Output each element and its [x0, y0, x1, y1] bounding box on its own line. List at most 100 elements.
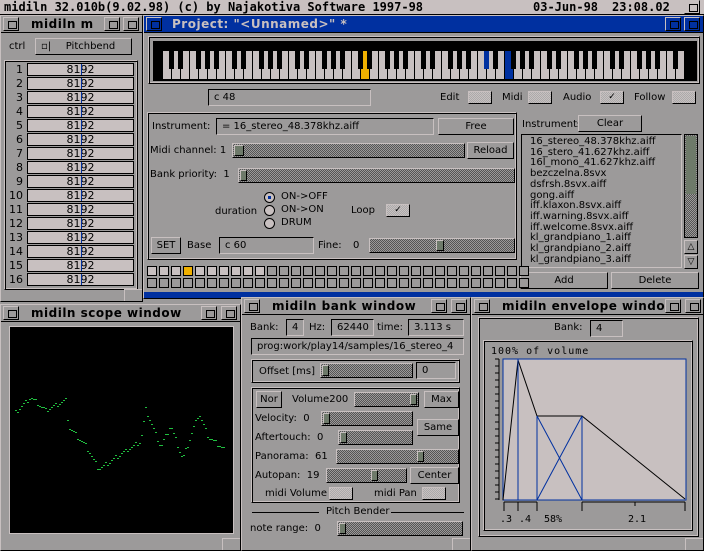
close-icon[interactable]: [474, 299, 490, 313]
duration-radio-drum[interactable]: [264, 218, 275, 229]
channel-row[interactable]: 11 8192: [5, 203, 134, 217]
bank-slot[interactable]: [363, 266, 373, 276]
bank-slot[interactable]: [507, 266, 517, 276]
channel-value[interactable]: 8192: [27, 63, 134, 76]
resize-handle[interactable]: [222, 538, 240, 550]
bank-priority-slider[interactable]: [238, 168, 515, 183]
bank-slot[interactable]: [327, 278, 337, 288]
black-key[interactable]: [484, 51, 489, 69]
resize-handle[interactable]: [124, 289, 142, 301]
black-key[interactable]: [637, 51, 642, 69]
channel-row[interactable]: 16 8192: [5, 273, 134, 287]
bank-slot[interactable]: [207, 266, 217, 276]
black-key[interactable]: [673, 51, 678, 69]
bank-slot[interactable]: [399, 266, 409, 276]
black-key[interactable]: [619, 51, 624, 69]
bank-slot[interactable]: [435, 266, 445, 276]
bank-slot[interactable]: [459, 278, 469, 288]
channel-value[interactable]: 8192: [27, 259, 134, 272]
project-titlebar[interactable]: Project: "<Unnamed>" *: [144, 16, 703, 33]
depth-icon[interactable]: [451, 299, 467, 313]
bank-slot[interactable]: [207, 278, 217, 288]
scrollbar-thumb[interactable]: [686, 136, 696, 194]
scroll-down-icon[interactable]: ▽: [684, 255, 698, 269]
nor-button[interactable]: Nor: [256, 391, 282, 408]
bank-slot[interactable]: [219, 266, 229, 276]
black-key[interactable]: [358, 51, 363, 69]
bank-slot[interactable]: [339, 278, 349, 288]
depth-icon[interactable]: [123, 17, 139, 31]
bank-slot[interactable]: [447, 278, 457, 288]
channel-value[interactable]: 8192: [27, 189, 134, 202]
base-field[interactable]: c 60: [219, 237, 314, 254]
bank-slot[interactable]: [219, 278, 229, 288]
midi-pan-checkbox[interactable]: [422, 487, 446, 500]
close-icon[interactable]: [3, 306, 19, 320]
black-key[interactable]: [295, 51, 300, 69]
channel-value[interactable]: 8192: [27, 175, 134, 188]
instrument-field[interactable]: = 16_stereo_48.378khz.aiff: [216, 118, 434, 135]
channel-value[interactable]: 8192: [27, 231, 134, 244]
black-key[interactable]: [178, 51, 183, 69]
bank-slot[interactable]: [291, 266, 301, 276]
bank-slot[interactable]: [351, 278, 361, 288]
channel-row[interactable]: 1 8192: [5, 63, 134, 77]
resize-handle[interactable]: [452, 538, 470, 550]
same-button[interactable]: Same: [417, 419, 459, 436]
bank-slot[interactable]: [147, 266, 157, 276]
channel-value[interactable]: 8192: [27, 105, 134, 118]
channel-value[interactable]: 8192: [27, 77, 134, 90]
note-range-slider[interactable]: [337, 521, 463, 536]
channel-row[interactable]: 8 8192: [5, 161, 134, 175]
black-key[interactable]: [646, 51, 651, 69]
bank-slot[interactable]: [447, 266, 457, 276]
bank-slot[interactable]: [507, 278, 517, 288]
bank-slot[interactable]: [387, 266, 397, 276]
bank-slot[interactable]: [519, 266, 529, 276]
aftertouch-slider[interactable]: [338, 430, 413, 445]
volume-slider[interactable]: [354, 392, 419, 407]
bank-slot[interactable]: [279, 266, 289, 276]
black-key[interactable]: [520, 51, 525, 69]
channel-row[interactable]: 7 8192: [5, 147, 134, 161]
bank-slot[interactable]: [423, 278, 433, 288]
bank-slot[interactable]: [255, 278, 265, 288]
black-key[interactable]: [574, 51, 579, 69]
black-key[interactable]: [394, 51, 399, 69]
bank-slot[interactable]: [363, 278, 373, 288]
bank-slot[interactable]: [471, 278, 481, 288]
velocity-slider[interactable]: [321, 411, 413, 426]
black-key[interactable]: [592, 51, 597, 69]
piano-keyboard[interactable]: [153, 41, 697, 81]
midi-checkbox[interactable]: [528, 91, 552, 104]
channel-value[interactable]: 8192: [27, 245, 134, 258]
instruments-list[interactable]: 16_stereo_48.378khz.aiff 16_stero_41.627k…: [521, 134, 682, 268]
screen-depth-icon[interactable]: [684, 0, 700, 14]
bank-titlebar[interactable]: midiln bank window: [242, 298, 470, 315]
bank-slot[interactable]: [195, 278, 205, 288]
channel-row[interactable]: 14 8192: [5, 245, 134, 259]
max-button[interactable]: Max: [424, 391, 459, 408]
black-key[interactable]: [493, 51, 498, 69]
bank-slot[interactable]: [267, 266, 277, 276]
bank-slot[interactable]: [159, 266, 169, 276]
bank-slot[interactable]: [243, 266, 253, 276]
channel-value[interactable]: 8192: [27, 119, 134, 132]
instruments-scrollbar[interactable]: [684, 134, 698, 238]
resize-handle[interactable]: [685, 538, 703, 550]
black-key[interactable]: [583, 51, 588, 69]
channel-row[interactable]: 12 8192: [5, 217, 134, 231]
black-key[interactable]: [322, 51, 327, 69]
channel-row[interactable]: 6 8192: [5, 133, 134, 147]
bank-slot[interactable]: [411, 278, 421, 288]
set-button[interactable]: SET: [151, 237, 181, 254]
reload-button[interactable]: Reload: [467, 142, 514, 159]
scroll-up-icon[interactable]: △: [684, 240, 698, 254]
clear-button[interactable]: Clear: [578, 115, 642, 132]
bank-slot[interactable]: [351, 266, 361, 276]
black-key[interactable]: [268, 51, 273, 69]
bank-slot[interactable]: [399, 278, 409, 288]
scope-titlebar[interactable]: midiln scope window: [1, 305, 240, 322]
bank-slot[interactable]: [171, 278, 181, 288]
bank-slot[interactable]: [159, 278, 169, 288]
